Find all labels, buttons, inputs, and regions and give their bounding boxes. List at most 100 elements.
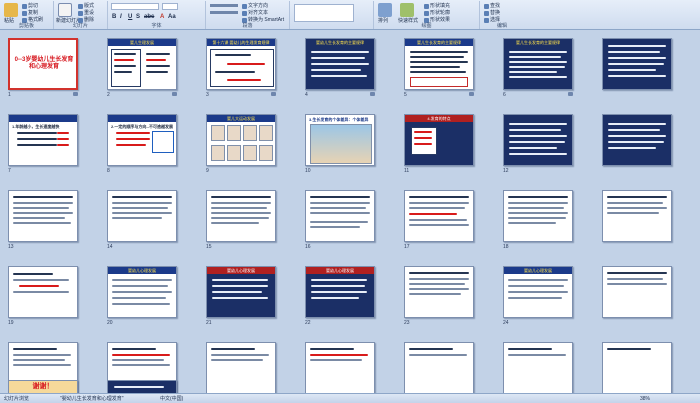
text-line	[509, 147, 557, 149]
text-line	[608, 75, 666, 77]
slide-title: 婴幼儿心理发展	[207, 267, 275, 274]
font-name-select[interactable]	[111, 3, 159, 10]
slide-number: 10	[305, 168, 311, 174]
slide-thumbnail-22[interactable]	[8, 266, 78, 318]
italic-button[interactable]: I	[120, 14, 122, 20]
text-line	[310, 202, 370, 204]
arrange-icon[interactable]	[378, 3, 392, 17]
slide-thumbnail-13[interactable]	[503, 114, 573, 166]
slide-thumbnail-11[interactable]: 3.生长发育的个体差异：个体差异	[305, 114, 375, 166]
text-line	[607, 212, 659, 214]
slide-sorter[interactable]: 0--3岁婴幼儿生长发育和心理发育 1 婴儿生理发展 2 第十六课 婴幼儿的生理…	[0, 30, 700, 393]
text-line	[57, 138, 69, 140]
slide-thumbnail-thanks[interactable]: 谢谢！	[8, 380, 78, 393]
text-line	[608, 129, 660, 131]
slide-thumbnail-6[interactable]: 婴儿生长发育的主要规律	[503, 38, 573, 90]
copy-button[interactable]: 复制	[22, 10, 38, 16]
text-line	[211, 222, 259, 224]
slide-thumbnail-20[interactable]	[503, 190, 573, 242]
find-button[interactable]: 查找	[484, 3, 500, 9]
slide-thumbnail-31[interactable]	[206, 342, 276, 393]
slide-thumbnail-9[interactable]: 2.一定的顺序与方向--不可逾越发展	[107, 114, 177, 166]
slide-number: 4	[305, 92, 308, 98]
slide-thumbnail-25[interactable]: 婴幼儿心理发展	[305, 266, 375, 318]
quick-styles-icon[interactable]	[400, 3, 414, 17]
layout-button[interactable]: 版式	[78, 3, 94, 9]
find-icon	[484, 3, 489, 9]
shadow-button[interactable]: S	[136, 14, 140, 20]
slide-thumbnail-4[interactable]: 婴幼儿生长发育的主要规律	[305, 38, 375, 90]
text-line	[112, 364, 170, 366]
slide-thumbnail-18[interactable]	[305, 190, 375, 242]
slide-thumbnail-17[interactable]	[206, 190, 276, 242]
slide-thumbnail-7[interactable]	[602, 38, 672, 90]
shape-outline-button[interactable]: 形状轮廓	[424, 10, 450, 16]
slide-thumbnail-12[interactable]: 4.发育的特点	[404, 114, 474, 166]
zoom-level[interactable]: 38%	[640, 396, 650, 402]
slide-thumbnail-21[interactable]	[602, 190, 672, 242]
text-line	[114, 386, 164, 388]
shape-fill-button[interactable]: 形状填充	[424, 3, 450, 9]
text-line	[311, 279, 367, 281]
brush-icon	[22, 17, 27, 23]
slide-thumbnail-1[interactable]: 0--3岁婴幼儿生长发育和心理发育	[8, 38, 78, 90]
text-line	[310, 354, 368, 356]
text-line	[112, 291, 172, 293]
text-line	[13, 212, 73, 214]
new-slide-icon[interactable]	[58, 3, 72, 17]
slide-number: 21	[206, 320, 212, 326]
alignment-icon[interactable]	[210, 11, 238, 14]
text-direction-button[interactable]: 文字方向	[242, 3, 268, 9]
text-line	[509, 141, 565, 143]
slide-thumbnail-35[interactable]	[602, 342, 672, 393]
drawing-group-label: 绘图	[421, 23, 432, 29]
text-line	[409, 293, 461, 295]
underline-button[interactable]: U	[128, 14, 132, 20]
bold-button[interactable]: B	[112, 14, 116, 20]
slide-thumbnail-28[interactable]	[602, 266, 672, 318]
slide-thumbnail-26[interactable]	[404, 266, 474, 318]
font-size-select[interactable]	[162, 3, 178, 10]
slide-thumbnail-27[interactable]: 婴幼儿心理发展	[503, 266, 573, 318]
slide-thumbnail-8[interactable]: 1.年龄越小，生长速度越快	[8, 114, 78, 166]
shapes-gallery-box[interactable]	[294, 4, 354, 22]
paste-icon[interactable]	[4, 3, 18, 17]
text-line	[116, 132, 150, 134]
text-line	[212, 291, 262, 293]
slide-thumbnail-19[interactable]	[404, 190, 474, 242]
text-line	[508, 207, 564, 209]
editing-group: 查找 替换 选择 编辑	[480, 1, 524, 29]
shapes-gallery	[290, 1, 374, 29]
slide-thumbnail-24[interactable]: 婴幼儿心理发展	[206, 266, 276, 318]
slide-thumbnail-5[interactable]: 婴儿生长发育的主要规律	[404, 38, 474, 90]
slide-thumbnail-32[interactable]	[305, 342, 375, 393]
slide-thumbnail-33[interactable]	[404, 342, 474, 393]
text-line	[114, 59, 134, 61]
cut-button[interactable]: 剪切	[22, 3, 38, 9]
text-line	[608, 63, 664, 65]
slide-thumbnail-16[interactable]	[107, 190, 177, 242]
slide-thumbnail-14[interactable]	[602, 114, 672, 166]
slide-band	[9, 115, 77, 122]
change-case-button[interactable]: Aa	[168, 14, 176, 20]
text-line	[13, 202, 73, 204]
copy-icon	[22, 10, 27, 16]
text-line	[13, 348, 57, 350]
reset-button[interactable]: 重设	[78, 10, 94, 16]
slide-thumbnail-15[interactable]	[8, 190, 78, 242]
slide-thumbnail-last[interactable]	[107, 380, 177, 393]
slide-thumbnail-10[interactable]: 婴儿大运动发展	[206, 114, 276, 166]
slide-thumbnail-3[interactable]: 第十六课 婴幼儿的生理发育规律	[206, 38, 276, 90]
replace-button[interactable]: 替换	[484, 10, 500, 16]
text-line	[112, 297, 166, 299]
font-color-button[interactable]: A	[160, 14, 164, 20]
text-line	[212, 297, 268, 299]
bullets-icon[interactable]	[210, 4, 238, 7]
align-text-button[interactable]: 对齐文本	[242, 10, 268, 16]
slide-thumbnail-34[interactable]	[503, 342, 573, 393]
slide-thumbnail-2[interactable]: 婴儿生理发展	[107, 38, 177, 90]
slide-thumbnail-23[interactable]: 婴幼儿心理发展	[107, 266, 177, 318]
text-line	[17, 138, 57, 140]
slide-title: 1.年龄越小，生长速度越快	[12, 124, 60, 129]
strikethrough-button[interactable]: abc	[144, 14, 154, 20]
